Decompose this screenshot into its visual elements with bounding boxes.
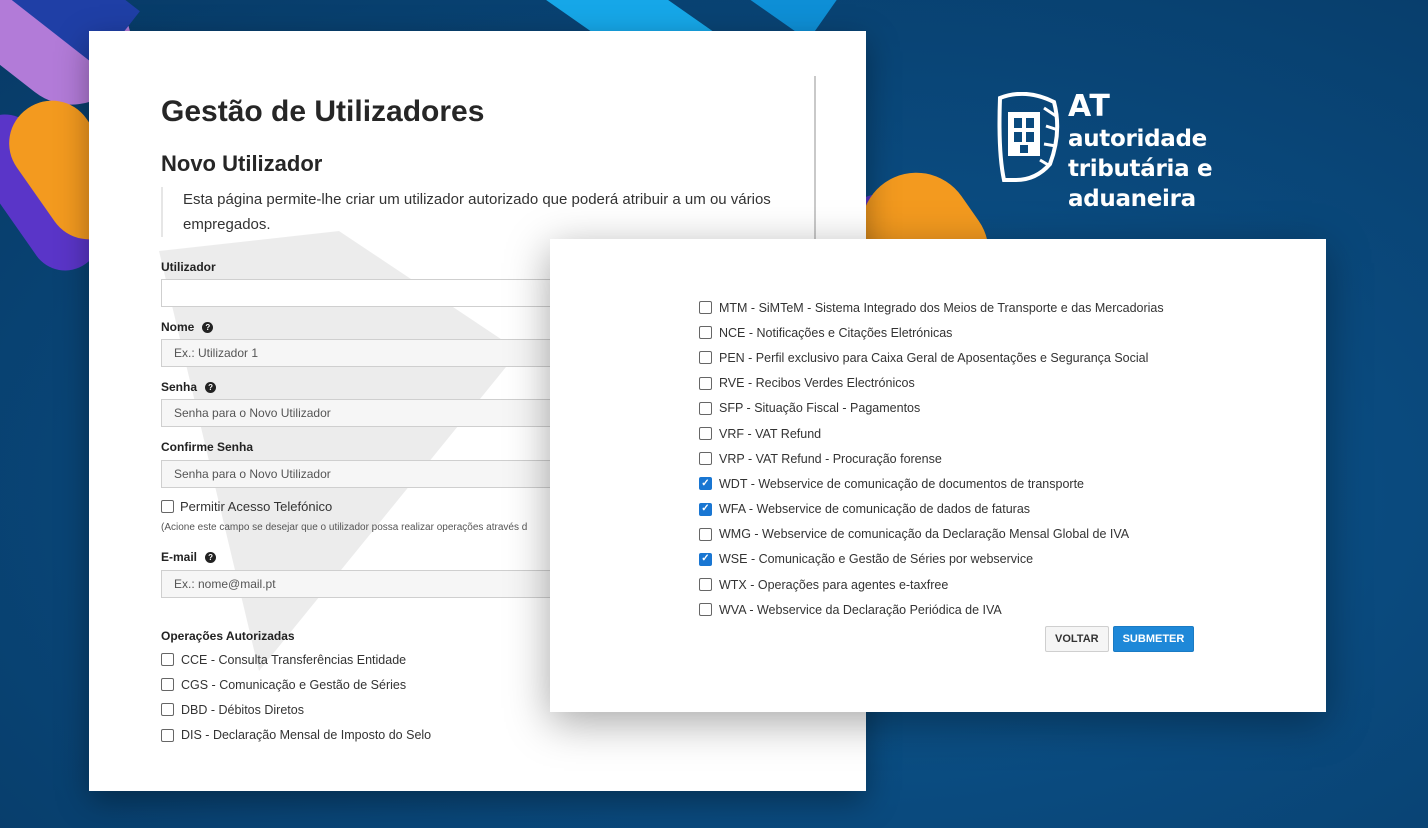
operacoes-list-left: CCE - Consulta Transferências Entidade CG… [161, 647, 431, 748]
submeter-button[interactable]: SUBMETER [1112, 626, 1195, 652]
intro-text: Esta página permite-lhe criar um utiliza… [161, 187, 781, 237]
nome-label-text: Nome [161, 320, 195, 334]
help-icon[interactable]: ? [202, 321, 214, 333]
operacao-item[interactable]: WVA - Webservice da Declaração Periódica… [699, 597, 1164, 622]
operacao-checkbox[interactable] [699, 301, 712, 315]
operacoes-list-right: MTM - SiMTeM - Sistema Integrado dos Mei… [699, 295, 1164, 622]
operacao-label: RVE - Recibos Verdes Electrónicos [719, 376, 915, 391]
logo-acronym: AT [1068, 89, 1111, 124]
operacao-label: MTM - SiMTeM - Sistema Integrado dos Mei… [719, 300, 1164, 315]
operacao-item[interactable]: WFA - Webservice de comunicação de dados… [699, 497, 1164, 522]
logo-line-2: tributária e aduaneira [1068, 156, 1213, 212]
operacao-checkbox[interactable] [699, 427, 712, 441]
logo-wordmark: AT autoridade tributária e aduaneira [1068, 90, 1341, 214]
operacao-label: WTX - Operações para agentes e-taxfree [719, 577, 949, 592]
operacao-label: SFP - Situação Fiscal - Pagamentos [719, 401, 921, 416]
telefone-checkbox-label: Permitir Acesso Telefónico [180, 499, 333, 514]
operacao-checkbox[interactable] [699, 578, 712, 592]
operacao-label: VRF - VAT Refund [719, 426, 822, 441]
senha-label-text: Senha [161, 380, 198, 394]
email-input[interactable] [161, 570, 581, 598]
utilizador-label-text: Utilizador [161, 260, 216, 274]
operacao-item[interactable]: DIS - Declaração Mensal de Imposto do Se… [161, 723, 431, 748]
operacao-checkbox[interactable] [699, 527, 712, 541]
operacao-checkbox[interactable] [699, 552, 712, 566]
operacao-label: DBD - Débitos Diretos [181, 702, 304, 717]
operacao-checkbox[interactable] [699, 603, 712, 617]
operacao-item[interactable]: WSE - Comunicação e Gestão de Séries por… [699, 547, 1164, 572]
page-title: Gestão de Utilizadores [161, 95, 485, 128]
operacao-label: WSE - Comunicação e Gestão de Séries por… [719, 552, 1034, 567]
at-logo: AT autoridade tributária e aduaneira [996, 90, 1341, 212]
operacao-label: PEN - Perfil exclusivo para Caixa Geral … [719, 350, 1149, 365]
portugal-shield-icon [997, 92, 1060, 182]
operacao-label: DIS - Declaração Mensal de Imposto do Se… [181, 728, 432, 743]
operacao-item[interactable]: VRF - VAT Refund [699, 421, 1164, 446]
operacao-checkbox[interactable] [699, 477, 712, 491]
operacao-label: WMG - Webservice de comunicação da Decla… [719, 527, 1130, 542]
email-label-text: E-mail [161, 550, 198, 564]
operacao-label: WDT - Webservice de comunicação de docum… [719, 476, 1084, 491]
telefone-note: (Acione este campo se desejar que o util… [161, 522, 528, 533]
operacao-item[interactable]: VRP - VAT Refund - Procuração forense [699, 446, 1164, 471]
confirme-senha-label: Confirme Senha [161, 440, 253, 454]
senha-input[interactable] [161, 399, 581, 427]
nome-label: Nome ? [161, 320, 214, 334]
operacao-label: WFA - Webservice de comunicação de dados… [719, 502, 1031, 517]
telefone-checkbox-row[interactable]: Permitir Acesso Telefónico [161, 499, 332, 514]
operacao-checkbox[interactable] [699, 326, 712, 340]
operacao-item[interactable]: WMG - Webservice de comunicação da Decla… [699, 522, 1164, 547]
operacoes-label: Operações Autorizadas [161, 629, 295, 643]
operacao-item[interactable]: CGS - Comunicação e Gestão de Séries [161, 672, 431, 697]
operacao-item[interactable]: NCE - Notificações e Citações Eletrónica… [699, 320, 1164, 345]
operacoes-panel: MTM - SiMTeM - Sistema Integrado dos Mei… [550, 239, 1326, 712]
operacao-label: CGS - Comunicação e Gestão de Séries [181, 677, 407, 692]
operacao-label: NCE - Notificações e Citações Eletrónica… [719, 325, 953, 340]
voltar-button[interactable]: VOLTAR [1045, 626, 1109, 652]
help-icon[interactable]: ? [205, 551, 217, 563]
operacao-checkbox[interactable] [699, 351, 712, 365]
operacao-checkbox[interactable] [699, 502, 712, 516]
operacao-checkbox[interactable] [699, 376, 712, 390]
operacao-item[interactable]: DBD - Débitos Diretos [161, 697, 431, 722]
telefone-checkbox[interactable] [161, 500, 174, 513]
utilizador-label: Utilizador [161, 260, 216, 274]
panel-divider [814, 76, 816, 251]
operacao-checkbox[interactable] [699, 452, 712, 466]
operacao-item[interactable]: RVE - Recibos Verdes Electrónicos [699, 371, 1164, 396]
logo-line-1: autoridade [1068, 126, 1207, 152]
confirme-senha-input[interactable] [161, 460, 581, 488]
operacao-label: CCE - Consulta Transferências Entidade [181, 652, 407, 667]
page-subtitle: Novo Utilizador [161, 151, 323, 176]
nome-input[interactable] [161, 339, 581, 367]
operacao-label: WVA - Webservice da Declaração Periódica… [719, 602, 1002, 617]
operacao-item[interactable]: CCE - Consulta Transferências Entidade [161, 647, 431, 672]
operacao-checkbox[interactable] [161, 703, 174, 717]
operacao-item[interactable]: WDT - Webservice de comunicação de docum… [699, 471, 1164, 496]
confirme-senha-label-text: Confirme Senha [161, 440, 254, 454]
operacao-label: VRP - VAT Refund - Procuração forense [719, 451, 942, 466]
operacao-item[interactable]: SFP - Situação Fiscal - Pagamentos [699, 396, 1164, 421]
action-buttons: VOLTAR SUBMETER [1045, 626, 1195, 652]
utilizador-input[interactable] [161, 279, 581, 307]
email-label: E-mail ? [161, 550, 217, 564]
operacao-item[interactable]: MTM - SiMTeM - Sistema Integrado dos Mei… [699, 295, 1164, 320]
operacao-checkbox[interactable] [161, 678, 174, 692]
help-icon[interactable]: ? [205, 381, 217, 393]
operacao-item[interactable]: PEN - Perfil exclusivo para Caixa Geral … [699, 345, 1164, 370]
operacao-checkbox[interactable] [699, 401, 712, 415]
operacao-checkbox[interactable] [161, 728, 174, 742]
operacao-checkbox[interactable] [161, 653, 174, 667]
senha-label: Senha ? [161, 380, 217, 394]
operacao-item[interactable]: WTX - Operações para agentes e-taxfree [699, 572, 1164, 597]
